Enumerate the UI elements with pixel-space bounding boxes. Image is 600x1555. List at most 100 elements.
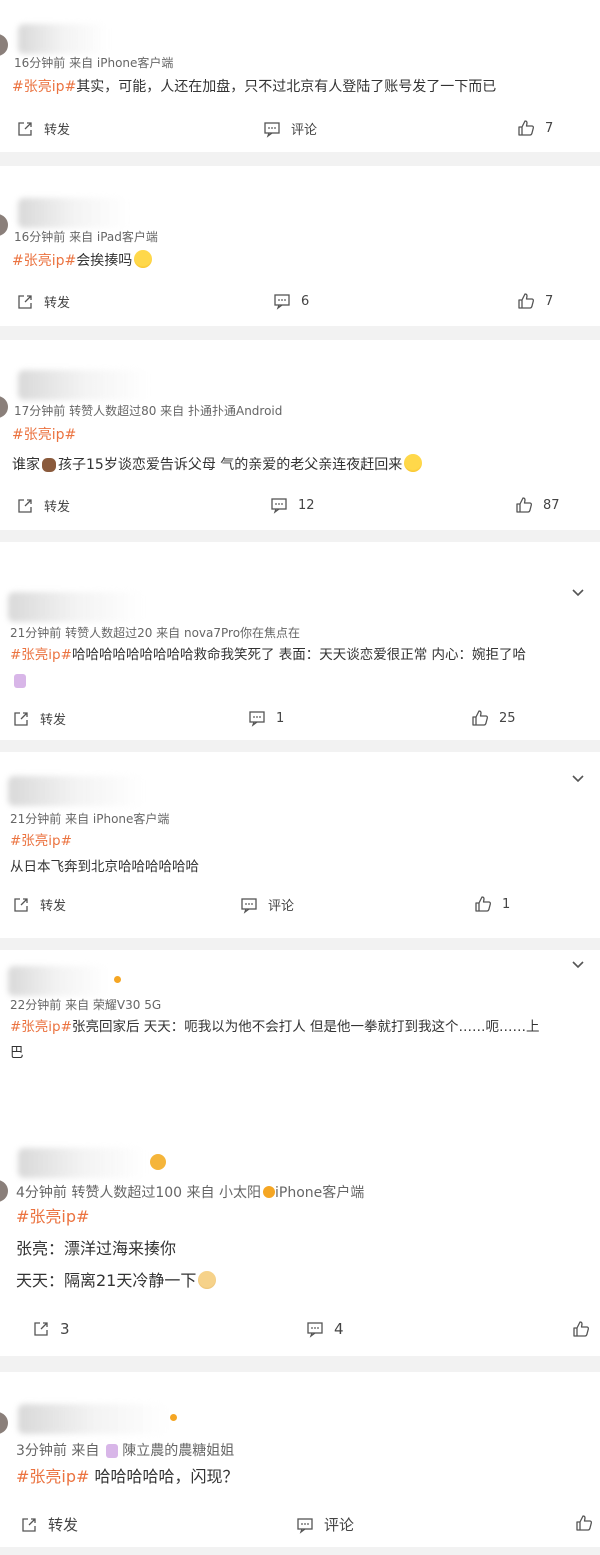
comment-button[interactable]: 评论 — [263, 119, 317, 138]
chevron-down-icon[interactable] — [570, 956, 586, 972]
separator — [0, 938, 600, 950]
like-button[interactable]: 25 — [471, 709, 516, 727]
comment-icon — [240, 896, 258, 914]
like-count: 7 — [545, 293, 554, 309]
username-blurred[interactable] — [8, 776, 143, 806]
username-blurred[interactable] — [8, 592, 143, 622]
post-meta-client: iPhone客户端 — [274, 1185, 365, 1201]
avatar[interactable] — [0, 34, 8, 56]
avatar[interactable] — [0, 1180, 8, 1202]
topic-tag[interactable]: #张亮ip# — [12, 253, 76, 269]
comment-icon — [273, 292, 291, 310]
thumbs-up-icon — [471, 709, 489, 727]
repost-button[interactable]: 转发 — [16, 496, 70, 515]
username-blurred[interactable] — [18, 24, 108, 54]
share-icon — [12, 710, 30, 728]
post-text: 谁家 孩子15岁谈恋爱告诉父母 气的亲爱的老父亲连夜赶回来 — [12, 454, 423, 476]
post-card: 16分钟前 来自 iPad客户端 #张亮ip#会挨揍吗 转发 6 7 — [0, 166, 600, 326]
comment-label: 评论 — [268, 899, 295, 914]
like-count: 7 — [545, 120, 554, 136]
repost-count: 3 — [60, 1320, 70, 1338]
post-text-line2 — [12, 670, 26, 692]
username-blurred[interactable] — [8, 966, 108, 996]
like-button[interactable] — [575, 1514, 593, 1532]
like-button[interactable]: 87 — [515, 496, 560, 514]
thumbs-up-icon — [517, 119, 535, 137]
comment-button[interactable]: 1 — [248, 709, 284, 727]
repost-label: 转发 — [44, 296, 71, 311]
chevron-down-icon[interactable] — [570, 584, 586, 600]
dog-emoji — [198, 1271, 217, 1289]
share-icon — [16, 293, 34, 311]
thumbs-up-icon — [575, 1514, 593, 1532]
like-button[interactable]: 7 — [517, 119, 553, 137]
topic-tag[interactable]: #张亮ip# — [10, 1019, 72, 1035]
post-meta: 16分钟前 来自 iPhone客户端 — [14, 56, 174, 70]
username-blurred[interactable] — [18, 1404, 168, 1434]
repost-label: 转发 — [48, 1516, 79, 1534]
post-text: #张亮ip#哈哈哈哈哈哈哈哈哈救命我笑死了 表面：天天谈恋爱很正常 内心：婉拒了… — [10, 644, 526, 666]
topic-tag[interactable]: #张亮ip# — [12, 79, 76, 95]
post-body-start: 谁家 — [12, 457, 40, 473]
post-meta-source: 4分钟前 转赞人数超过100 来自 小太阳 — [16, 1185, 261, 1201]
post-text: #张亮ip#其实，可能，人还在加盘，只不过北京有人登陆了账号发了一下而已 — [12, 76, 496, 98]
comment-label: 评论 — [324, 1516, 355, 1534]
like-count: 25 — [499, 710, 516, 726]
avatar[interactable] — [0, 214, 8, 236]
username-blurred[interactable] — [18, 370, 148, 400]
repost-button[interactable]: 转发 — [12, 709, 66, 728]
post-text: #张亮ip#张亮回家后 天天：呃我以为他不会打人 但是他一拳就打到我这个……呃…… — [10, 1016, 540, 1038]
like-button[interactable]: 7 — [517, 292, 553, 310]
separator — [0, 1356, 600, 1372]
repost-button[interactable]: 转发 — [16, 292, 70, 311]
comment-button[interactable]: 评论 — [240, 895, 294, 914]
username-blurred[interactable] — [18, 1148, 146, 1178]
action-bar: 转发 1 25 — [0, 709, 600, 733]
post-body: 哈哈哈哈哈，闪现？ — [89, 1467, 239, 1486]
post-card: 21分钟前 转赞人数超过20 来自 nova7Pro你在焦点在 #张亮ip#哈哈… — [0, 542, 600, 740]
comment-button[interactable]: 12 — [270, 496, 315, 514]
repost-button[interactable]: 转发 — [16, 119, 70, 138]
chevron-down-icon[interactable] — [570, 770, 586, 786]
share-icon — [32, 1320, 50, 1338]
post-card: 17分钟前 转赞人数超过80 来自 扑通扑通Android #张亮ip# 谁家 孩… — [0, 340, 600, 530]
comment-icon — [296, 1516, 314, 1534]
topic-tag[interactable]: #张亮ip# — [16, 1467, 89, 1486]
post-card: 3分钟前 来自 陳立農的農糖姐姐 #张亮ip# 哈哈哈哈哈，闪现？ 转发 评论 — [0, 1372, 600, 1547]
topic-tag[interactable]: #张亮ip# — [16, 1207, 89, 1226]
repost-button[interactable]: 3 — [32, 1320, 70, 1338]
share-icon — [12, 896, 30, 914]
comment-count: 12 — [298, 497, 315, 513]
comment-icon — [263, 120, 281, 138]
user-badge-icon — [114, 976, 121, 983]
post-text: #张亮ip#会挨揍吗 — [12, 250, 153, 272]
post-body: 从日本飞奔到北京哈哈哈哈哈哈 — [10, 859, 199, 875]
bear-emoji — [42, 458, 56, 472]
repost-button[interactable]: 转发 — [12, 895, 66, 914]
post-meta: 21分钟前 转赞人数超过20 来自 nova7Pro你在焦点在 — [10, 626, 301, 640]
post-card: 4分钟前 转赞人数超过100 来自 小太阳 iPhone客户端 #张亮ip# 张亮… — [0, 1140, 600, 1356]
post-tag-line: #张亮ip# — [10, 830, 72, 852]
comment-icon — [270, 496, 288, 514]
comment-icon — [248, 709, 266, 727]
thumbs-up-icon — [515, 496, 533, 514]
action-bar: 3 4 — [0, 1320, 600, 1344]
post-card: 21分钟前 来自 iPhone客户端 #张亮ip# 从日本飞奔到北京哈哈哈哈哈哈… — [0, 752, 600, 938]
comment-button[interactable]: 6 — [273, 292, 309, 310]
username-blurred[interactable] — [18, 198, 128, 228]
heart-eyes-emoji — [150, 1154, 166, 1170]
post-meta: 3分钟前 来自 陳立農的農糖姐姐 — [16, 1440, 234, 1460]
post-body: 其实，可能，人还在加盘，只不过北京有人登陆了账号发了一下而已 — [76, 79, 497, 95]
like-count: 1 — [502, 896, 511, 912]
comment-button[interactable]: 4 — [306, 1320, 344, 1338]
topic-tag[interactable]: #张亮ip# — [10, 833, 72, 849]
repost-button[interactable]: 转发 — [20, 1514, 78, 1535]
topic-tag[interactable]: #张亮ip# — [10, 647, 72, 663]
comment-button[interactable]: 评论 — [296, 1514, 354, 1535]
like-button[interactable] — [572, 1320, 590, 1338]
like-button[interactable]: 1 — [474, 895, 510, 913]
avatar[interactable] — [0, 396, 8, 418]
praying-emoji — [14, 674, 26, 688]
avatar[interactable] — [0, 1412, 8, 1434]
topic-tag[interactable]: #张亮ip# — [12, 427, 76, 443]
